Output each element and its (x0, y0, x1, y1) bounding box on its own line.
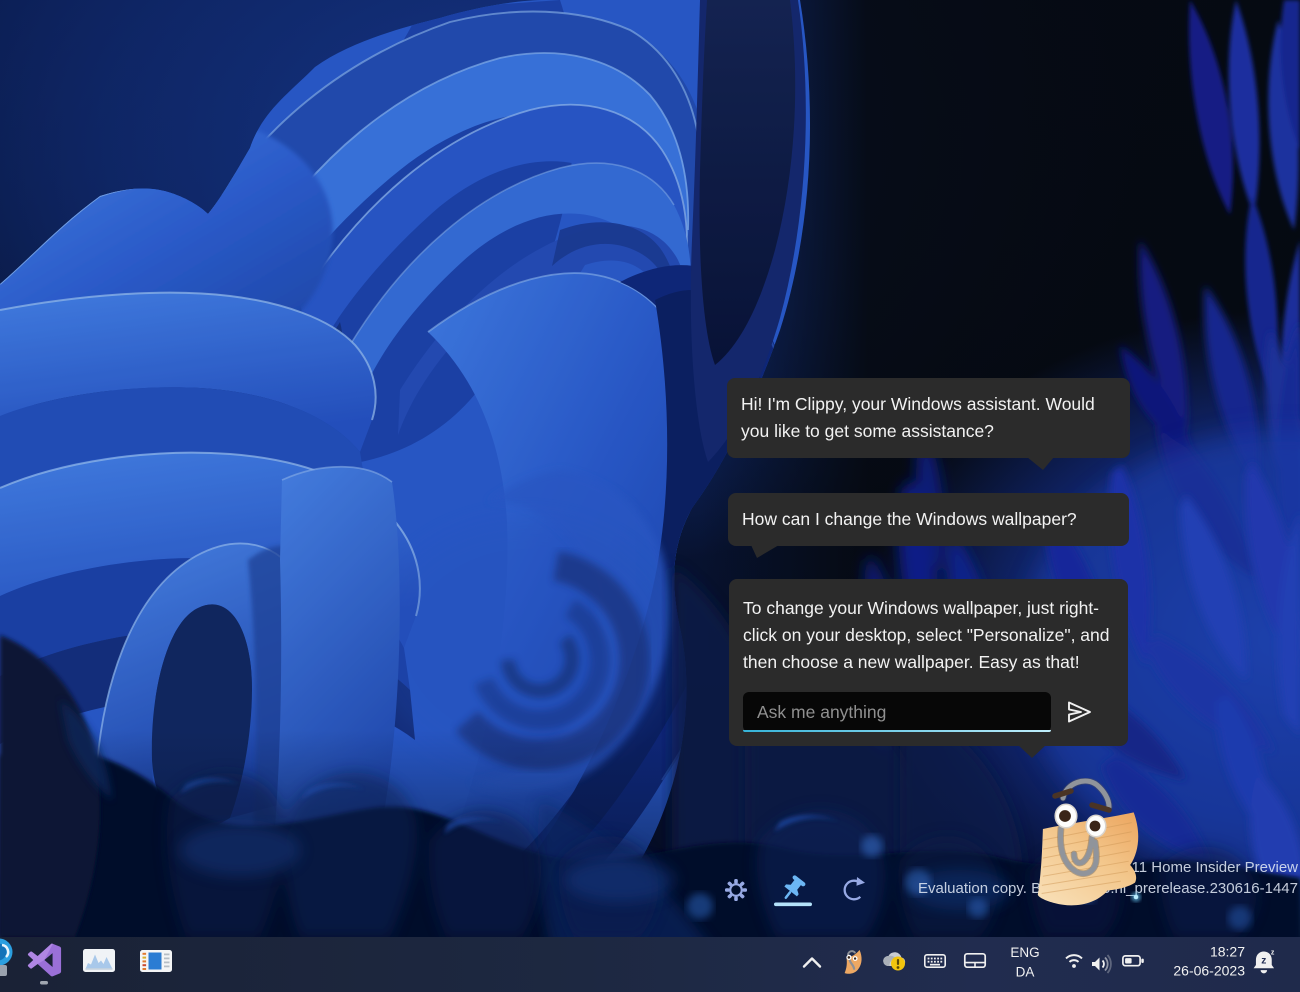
svg-text:18:27: 18:27 (1210, 944, 1245, 960)
svg-text:26-06-2023: 26-06-2023 (1173, 963, 1245, 979)
svg-text:ENG: ENG (1010, 945, 1039, 960)
svg-text:z: z (1261, 956, 1266, 967)
svg-text:z: z (1271, 949, 1275, 956)
svg-text:DA: DA (1016, 965, 1035, 980)
